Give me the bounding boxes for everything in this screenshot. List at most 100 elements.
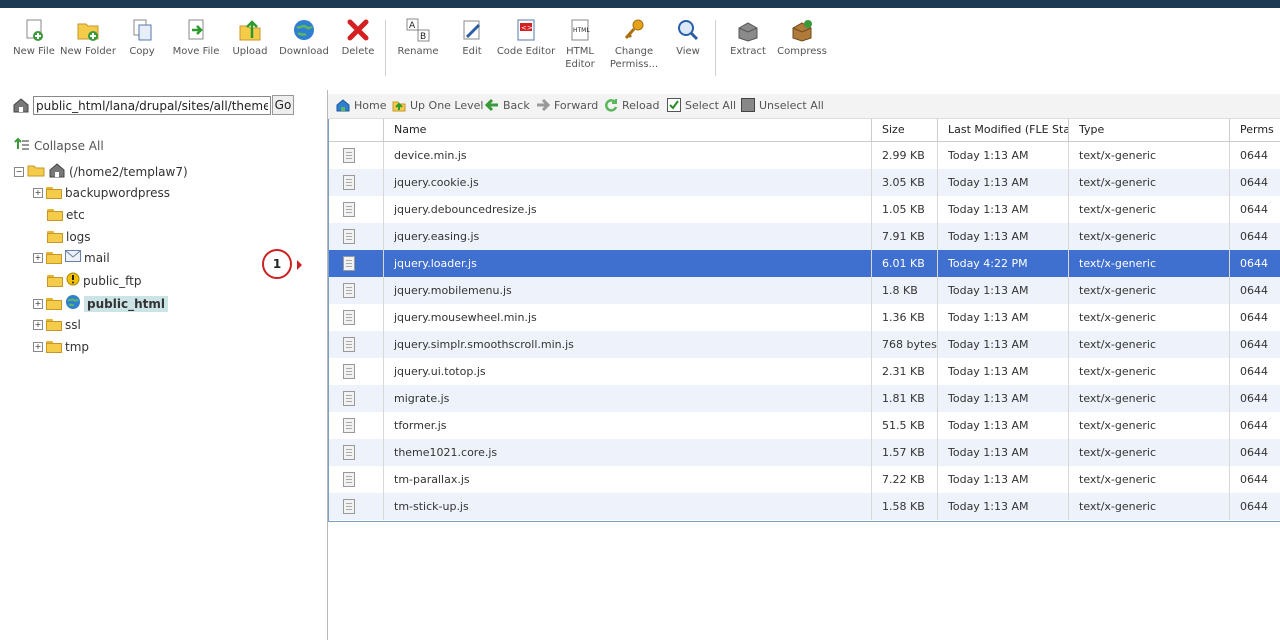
html-editor-button[interactable]: HTML HTML Editor [550,18,610,71]
cell-modified: Today 1:13 AM [938,196,1069,223]
edit-button[interactable]: Edit [442,18,502,58]
new-folder-button[interactable]: New Folder [58,18,118,58]
rename-button[interactable]: AB Rename [388,18,448,58]
extract-button[interactable]: Extract [718,18,778,58]
table-row[interactable]: jquery.cookie.js 3.05 KB Today 1:13 AM text… [329,169,1280,196]
tree-node-public-ftp[interactable]: public_ftp [47,272,141,289]
file-icon-cell [329,331,384,358]
table-row[interactable]: jquery.debouncedresize.js 1.05 KB Today 1:… [329,196,1280,223]
table-row[interactable]: jquery.simplr.smoothscroll.min.js 768 byt… [329,331,1280,358]
file-icon-cell [329,277,384,304]
expand-toggle-icon[interactable]: + [33,252,43,263]
reload-button[interactable]: Reload [604,98,659,112]
home-folder-icon [48,162,66,181]
change-permissions-button[interactable]: Change Permiss... [604,18,664,71]
cell-modified: Today 1:13 AM [938,439,1069,466]
collapse-all-link[interactable]: Collapse All [14,137,104,154]
cell-name: tm-parallax.js [384,466,872,493]
cell-size: 1.36 KB [872,304,938,331]
cell-type: text/x-generic [1069,331,1230,358]
column-header-icon[interactable] [329,119,384,141]
cell-perms: 0644 [1240,149,1268,162]
path-input[interactable] [33,96,271,115]
file-icon-cell [329,250,384,277]
column-header-type[interactable]: Type [1069,119,1230,141]
cell-size: 1.81 KB [872,385,938,412]
toolbar-separator [715,20,716,76]
table-row[interactable]: device.min.js 2.99 KB Today 1:13 AM text/x-… [329,142,1280,169]
expand-toggle-icon[interactable]: + [33,188,43,198]
column-header-modified[interactable]: Last Modified (FLE Standard) [938,119,1069,141]
file-list-table: Name Size Last Modified (FLE Standard) T… [328,119,1280,522]
extract-icon [736,18,760,42]
cell-perms: 0644 [1240,392,1268,405]
file-icon [343,445,355,460]
cell-name: jquery.loader.js [384,250,872,277]
download-button[interactable]: Download [274,18,334,58]
new-file-button[interactable]: New File [4,18,64,58]
table-row[interactable]: jquery.mousewheel.min.js 1.36 KB Today 1:1… [329,304,1280,331]
collapse-toggle-icon[interactable]: − [14,166,24,177]
tree-node-tmp[interactable]: + tmp [33,340,89,354]
tree-root-node[interactable]: − (/home2/templaw7) [14,162,188,181]
tree-node-etc[interactable]: etc [47,208,85,222]
cell-type: text/x-generic [1069,250,1230,277]
cell-type: text/x-generic [1069,385,1230,412]
unselect-all-button[interactable]: Unselect All [741,98,824,112]
back-button[interactable]: Back [484,98,530,112]
tree-node-mail[interactable]: + mail [33,250,110,265]
table-row[interactable]: migrate.js 1.81 KB Today 1:13 AM text/x-gen… [329,385,1280,412]
tree-node-ssl[interactable]: + ssl [33,318,81,332]
table-row[interactable]: tm-stick-up.js 1.58 KB Today 1:13 AM text/x… [329,493,1280,520]
tree-node-logs[interactable]: logs [47,230,91,244]
table-row[interactable]: theme1021.core.js 1.57 KB Today 1:13 AM tex… [329,439,1280,466]
table-row[interactable]: jquery.loader.js 6.01 KB Today 4:22 PM text… [329,250,1280,277]
compress-button[interactable]: Compress [772,18,832,58]
table-row[interactable]: jquery.mobilemenu.js 1.8 KB Today 1:13 AM t… [329,277,1280,304]
cell-perms: 0644 [1240,257,1268,270]
file-icon [343,256,355,271]
cell-perms: 0644 [1240,338,1268,351]
code-editor-button[interactable]: <> Code Editor [496,18,556,58]
column-header-size[interactable]: Size [872,119,938,141]
cell-size: 1.8 KB [872,277,938,304]
callout-arrow-icon [297,260,302,270]
file-icon-cell [329,358,384,385]
view-button[interactable]: View [658,18,718,58]
delete-button[interactable]: Delete [328,18,388,58]
table-row[interactable]: tm-parallax.js 7.22 KB Today 1:13 AM text/x… [329,466,1280,493]
folder-icon [46,297,62,310]
table-row[interactable]: tformer.js 51.5 KB Today 1:13 AM text/x-gen… [329,412,1280,439]
cell-modified: Today 1:13 AM [938,385,1069,412]
cell-perms: 0644 [1240,311,1268,324]
tree-node-backupwordpress[interactable]: + backupwordpress [33,186,170,200]
file-icon [343,202,355,217]
move-file-button[interactable]: Move File [166,18,226,58]
go-button[interactable]: Go [272,95,294,115]
table-row[interactable]: jquery.easing.js 7.91 KB Today 1:13 AM text… [329,223,1280,250]
table-row[interactable]: jquery.ui.totop.js 2.31 KB Today 1:13 AM te… [329,358,1280,385]
column-header-name[interactable]: Name [384,119,872,141]
tree-node-public-html[interactable]: + public_html [33,294,168,313]
cell-size: 2.31 KB [872,358,938,385]
select-all-button[interactable]: Select All [667,98,736,112]
copy-button[interactable]: Copy [112,18,172,58]
forward-button[interactable]: Forward [536,98,598,112]
file-icon [343,364,355,379]
cell-perms: 0644 [1240,365,1268,378]
expand-toggle-icon[interactable]: + [33,320,43,330]
copy-icon [130,18,154,42]
up-one-level-button[interactable]: Up One Level [392,98,483,112]
file-icon-cell [329,169,384,196]
cell-modified: Today 1:13 AM [938,223,1069,250]
expand-toggle-icon[interactable]: + [33,298,43,309]
cell-name: tm-stick-up.js [384,493,872,520]
expand-toggle-icon[interactable]: + [33,342,43,352]
open-folder-icon [27,163,45,180]
up-folder-icon [392,98,406,112]
upload-button[interactable]: Upload [220,18,280,58]
column-header-perms[interactable]: Perms [1230,119,1280,141]
home-path-icon[interactable] [12,97,30,113]
home-button[interactable]: Home [336,98,386,112]
cell-perms: 0644 [1240,500,1268,513]
